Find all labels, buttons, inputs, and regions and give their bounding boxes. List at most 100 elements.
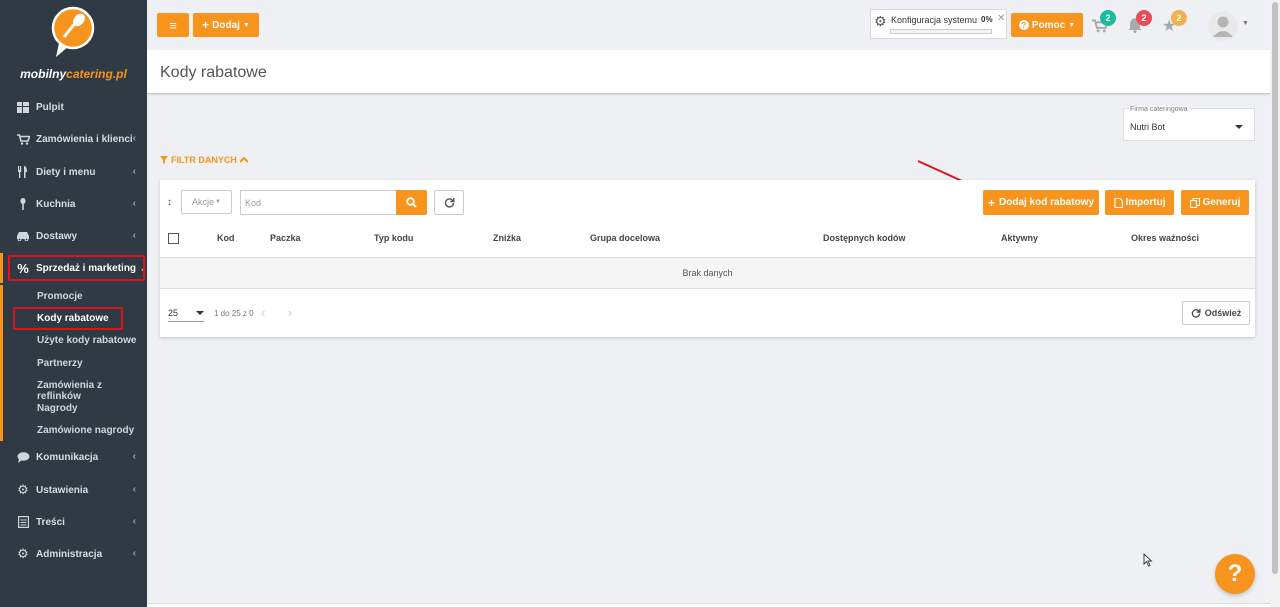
page-title: Kody rabatowe: [160, 64, 267, 81]
scrollbar[interactable]: [1270, 0, 1280, 607]
sidebar-item-label: Zamówienia i klienci: [36, 133, 133, 145]
admin-gear-icon: ⚙: [17, 546, 29, 561]
gear-icon: ⚙: [874, 13, 887, 29]
document-icon: [16, 515, 30, 529]
page-size-select[interactable]: 25: [168, 308, 204, 322]
brand-name: mobilnycatering.pl: [20, 67, 127, 81]
column-header-dostepnych-kodow[interactable]: Dostępnych kodów: [823, 233, 906, 243]
add-code-button[interactable]: + Dodaj kod rabatowy: [983, 190, 1099, 215]
pagination-info: 1 do 25 z 0: [214, 309, 254, 318]
sidebar-item-administracja[interactable]: ⚙ Administracja ‹: [0, 539, 147, 569]
logo[interactable]: mobilnycatering.pl: [0, 0, 147, 90]
chevron-left-icon: ‹: [132, 516, 136, 527]
firm-select[interactable]: Firma cateringowa Nutri Bot: [1123, 106, 1255, 141]
column-header-paczka[interactable]: Paczka: [270, 233, 301, 243]
column-header-aktywny[interactable]: Aktywny: [1001, 233, 1038, 243]
config-percent: 0%: [981, 15, 993, 24]
column-header-okres-waznosci[interactable]: Okres ważności: [1131, 233, 1199, 243]
highlight-box-sprzedaz: [8, 255, 145, 281]
submenu-item-partnerzy[interactable]: Partnerzy: [37, 358, 83, 369]
sidebar-item-kuchnia[interactable]: Kuchnia ‹: [0, 189, 147, 219]
help-dropdown-button[interactable]: ? Pomoc ▼: [1011, 13, 1083, 37]
empty-table-text: Brak danych: [682, 268, 733, 278]
sidebar-item-ustawienia[interactable]: ⚙ Ustawienia ‹: [0, 475, 147, 505]
car-icon: [16, 229, 30, 243]
column-header-znizka[interactable]: Zniżka: [493, 233, 521, 243]
sidebar-item-diety[interactable]: Diety i menu ‹: [0, 157, 147, 187]
refresh-label: Odśwież: [1204, 308, 1242, 318]
add-dropdown-button[interactable]: + Dodaj ▼: [193, 13, 259, 37]
sidebar-item-komunikacja[interactable]: Komunikacja ‹: [0, 442, 147, 472]
caret-down-icon: ▼: [215, 199, 221, 205]
hamburger-icon: ≡: [169, 17, 177, 33]
caret-down-icon[interactable]: ▼: [1242, 20, 1249, 27]
scrollbar-thumb[interactable]: [1272, 2, 1278, 574]
search-input[interactable]: Kod: [240, 190, 396, 215]
submenu-item-zamowione-nagrody[interactable]: Zamówione nagrody: [37, 425, 134, 436]
chat-icon: [16, 450, 30, 464]
copy-icon: [1189, 197, 1200, 208]
notification-count-badge: 2: [1136, 10, 1152, 26]
cart-icon: [16, 132, 30, 146]
caret-down-icon: ▼: [242, 21, 250, 29]
chevron-left-icon: ‹: [132, 548, 136, 559]
file-icon: [1113, 197, 1123, 208]
reset-search-button[interactable]: [434, 190, 464, 215]
filter-label: FILTR DANYCH: [171, 155, 237, 165]
user-icon: [1213, 16, 1233, 37]
add-code-label: Dodaj kod rabatowy: [999, 197, 1095, 208]
chevron-left-icon: ‹: [132, 198, 136, 209]
cart-count-badge: 2: [1100, 10, 1116, 26]
config-progress-bar: [890, 29, 992, 34]
select-all-checkbox[interactable]: [168, 233, 179, 244]
gear-icon: ⚙: [17, 482, 29, 497]
actions-dropdown[interactable]: Akcje ▼: [181, 190, 232, 214]
menu-toggle-button[interactable]: ≡: [157, 13, 189, 37]
search-button[interactable]: [396, 190, 427, 215]
sidebar-item-label: Treści: [36, 516, 65, 528]
close-icon[interactable]: ✕: [997, 13, 1005, 24]
import-label: Importuj: [1125, 197, 1166, 208]
import-button[interactable]: Importuj: [1105, 190, 1174, 215]
config-progress-widget[interactable]: ⚙ Konfiguracja systemu 0% ✕: [870, 9, 1007, 39]
refresh-button[interactable]: Odśwież: [1182, 301, 1250, 325]
help-chat-button[interactable]: ?: [1215, 554, 1255, 594]
refresh-icon: [1191, 308, 1201, 318]
refresh-icon: [444, 198, 454, 208]
empty-table-row: Brak danych: [160, 257, 1255, 289]
avatar[interactable]: [1208, 11, 1238, 41]
filter-toggle[interactable]: FILTR DANYCH: [160, 155, 248, 165]
sidebar-item-zamowienia[interactable]: Zamówienia i klienci ‹: [0, 124, 147, 154]
sidebar-item-pulpit[interactable]: Pulpit: [0, 92, 147, 122]
chevron-left-icon: ‹: [132, 166, 136, 177]
question-circle-icon: ?: [1018, 20, 1029, 30]
prev-page-icon[interactable]: ‹: [261, 305, 265, 320]
submenu-item-nagrody[interactable]: Nagrody: [37, 403, 78, 414]
plus-icon: +: [987, 195, 995, 210]
column-header-typ-kodu[interactable]: Typ kodu: [374, 233, 413, 243]
sidebar-item-label: Pulpit: [36, 101, 64, 113]
add-label: Dodaj: [212, 19, 240, 31]
next-page-icon[interactable]: ›: [288, 305, 292, 320]
codes-table-card: ↕ Akcje ▼ Kod + Dodaj kod rabatowy Impor…: [160, 180, 1255, 337]
column-header-grupa-docelowa[interactable]: Grupa docelowa: [590, 233, 660, 243]
plus-icon: +: [202, 18, 210, 32]
sidebar-item-label: Komunikacja: [36, 451, 99, 463]
generate-button[interactable]: Generuj: [1181, 190, 1249, 215]
firm-select-value: Nutri Bot: [1130, 122, 1166, 132]
submenu-item-zamowienia-reflinki[interactable]: Zamówienia z reflinków: [37, 380, 147, 402]
column-header-kod[interactable]: Kod: [217, 233, 235, 243]
highlight-box-kody: [13, 307, 123, 330]
firm-select-label: Firma cateringowa: [1129, 106, 1189, 113]
caret-down-icon: ▼: [1068, 21, 1076, 29]
sidebar-item-dostawy[interactable]: Dostawy ‹: [0, 221, 147, 251]
generate-label: Generuj: [1202, 197, 1241, 208]
chevron-left-icon: ‹: [132, 484, 136, 495]
sort-icon[interactable]: ↕: [167, 197, 172, 208]
config-label: Konfiguracja systemu: [891, 15, 978, 25]
chevron-left-icon: ‹: [132, 133, 136, 144]
submenu-item-uzyte-kody[interactable]: Użyte kody rabatowe: [37, 335, 136, 346]
submenu-item-promocje[interactable]: Promocje: [37, 291, 83, 302]
sidebar-item-tresci[interactable]: Treści ‹: [0, 507, 147, 537]
sidebar-item-label: Diety i menu: [36, 166, 96, 178]
